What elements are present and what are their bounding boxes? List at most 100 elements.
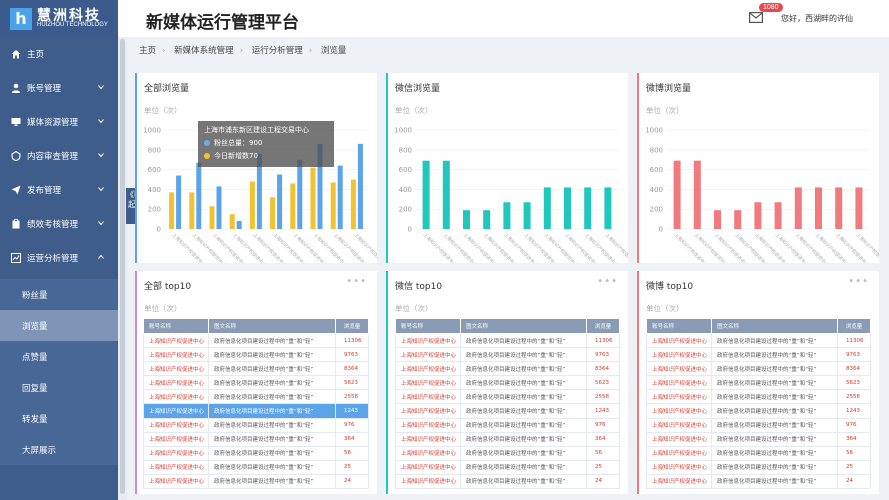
- more-options-icon[interactable]: •••: [346, 276, 367, 287]
- sidebar-subitem-views[interactable]: 浏览量: [0, 310, 118, 341]
- sidebar-item-media[interactable]: 媒体资源管理: [0, 105, 118, 139]
- sidebar-item-analytics[interactable]: 运营分析管理: [0, 241, 118, 275]
- sidebar-subitem-forwards[interactable]: 转发量: [0, 403, 118, 434]
- table-row[interactable]: 上海知识产权促进中心 政府信息化项目建设过程中的“重”和“轻” 2558: [395, 389, 620, 405]
- account-cell: 上海知识产权促进中心: [646, 445, 712, 461]
- article-cell: 政府信息化项目建设过程中的“重”和“轻”: [711, 389, 838, 405]
- table-row[interactable]: 上海知识产权促进中心 政府信息化项目建设过程中的“重”和“轻” 976: [143, 417, 369, 433]
- user-greeting[interactable]: 您好，西湖畔的许仙: [781, 13, 853, 24]
- more-options-icon[interactable]: •••: [597, 276, 618, 287]
- table-row[interactable]: 上海知识产权促进中心 政府信息化项目建设过程中的“重”和“轻” 2558: [646, 389, 871, 405]
- y-tick-label: 400: [148, 186, 161, 194]
- sidebar-item-label: 绩效考核管理: [27, 220, 79, 230]
- table-row[interactable]: 上海知识产权促进中心 政府信息化项目建设过程中的“重”和“轻” 1243: [143, 403, 369, 419]
- bar: [209, 206, 215, 229]
- sidebar-subitem-bigscreen[interactable]: 大屏展示: [0, 434, 118, 465]
- bar: [337, 165, 343, 229]
- views-cell: 8364: [335, 361, 369, 377]
- sidebar-item-publish[interactable]: 发布管理: [0, 173, 118, 207]
- table-row[interactable]: 上海知识产权促进中心 政府信息化项目建设过程中的“重”和“轻” 25: [395, 459, 620, 475]
- article-cell: 政府信息化项目建设过程中的“重”和“轻”: [208, 459, 336, 475]
- table-row[interactable]: 上海知识产权促进中心 政府信息化项目建设过程中的“重”和“轻” 364: [646, 431, 871, 447]
- table-row[interactable]: 上海知识产权促进中心 政府信息化项目建设过程中的“重”和“轻” 976: [646, 417, 871, 433]
- bar: [422, 160, 430, 229]
- table-row[interactable]: 上海知识产权促进中心 政府信息化项目建设过程中的“重”和“轻” 1243: [646, 403, 871, 419]
- shield-icon: [11, 151, 21, 161]
- sidebar-item-accounts[interactable]: 账号管理: [0, 71, 118, 105]
- account-cell: 上海知识产权促进中心: [395, 389, 461, 405]
- account-cell: 上海知识产权促进中心: [143, 347, 209, 363]
- bar: [216, 186, 222, 229]
- breadcrumb-home[interactable]: 主页: [139, 46, 156, 56]
- table-row[interactable]: 上海知识产权促进中心 政府信息化项目建设过程中的“重”和“轻” 25: [646, 459, 871, 475]
- table-row[interactable]: 上海知识产权促进中心 政府信息化项目建设过程中的“重”和“轻” 11306: [395, 332, 620, 349]
- article-cell: 政府信息化项目建设过程中的“重”和“轻”: [208, 361, 336, 377]
- user-icon: [11, 83, 21, 93]
- logo[interactable]: h 慧洲科技 HUIZHOU TECHNOLOGY: [0, 0, 118, 37]
- scrollbar-thumb[interactable]: [120, 39, 125, 494]
- table-row[interactable]: 上海知识产权促进中心 政府信息化项目建设过程中的“重”和“轻” 8364: [646, 361, 871, 377]
- sidebar-scrollbar[interactable]: [118, 37, 127, 500]
- table-row[interactable]: 上海知识产权促进中心 政府信息化项目建设过程中的“重”和“轻” 9763: [143, 347, 369, 363]
- more-options-icon[interactable]: •••: [848, 276, 869, 287]
- bar: [794, 187, 802, 229]
- table-row[interactable]: 上海知识产权促进中心 政府信息化项目建设过程中的“重”和“轻” 976: [395, 417, 620, 433]
- monitor-icon: [11, 118, 21, 126]
- account-cell: 上海知识产权促进中心: [395, 473, 461, 490]
- clipboard-icon: [12, 219, 20, 229]
- unit-label: 单位（次）: [395, 304, 433, 313]
- table-row[interactable]: 上海知识产权促进中心 政府信息化项目建设过程中的“重”和“轻” 1243: [395, 403, 620, 419]
- table-row[interactable]: 上海知识产权促进中心 政府信息化项目建设过程中的“重”和“轻” 11306: [143, 332, 369, 349]
- views-cell: 976: [586, 417, 620, 433]
- panel-title: 微信 top10: [395, 282, 443, 292]
- sidebar-item-home[interactable]: 主页: [0, 37, 118, 71]
- sidebar-item-review[interactable]: 内容审查管理: [0, 139, 118, 173]
- bar: [176, 175, 182, 229]
- article-cell: 政府信息化项目建设过程中的“重”和“轻”: [208, 389, 336, 405]
- table-row[interactable]: 上海知识产权促进中心 政府信息化项目建设过程中的“重”和“轻” 56: [646, 445, 871, 461]
- sidebar-item-performance[interactable]: 绩效考核管理: [0, 207, 118, 241]
- table-row[interactable]: 上海知识产权促进中心 政府信息化项目建设过程中的“重”和“轻” 56: [395, 445, 620, 461]
- account-cell: 上海知识产权促进中心: [395, 361, 461, 377]
- table-row[interactable]: 上海知识产权促进中心 政府信息化项目建设过程中的“重”和“轻” 364: [143, 431, 369, 447]
- breadcrumb: 主页 › 新媒体系统管理 › 运行分析管理 › 浏览量: [139, 44, 352, 56]
- views-cell: 56: [335, 445, 369, 461]
- table-row[interactable]: 上海知识产权促进中心 政府信息化项目建设过程中的“重”和“轻” 8364: [395, 361, 620, 377]
- account-cell: 上海知识产权促进中心: [646, 361, 712, 377]
- table-row[interactable]: 上海知识产权促进中心 政府信息化项目建设过程中的“重”和“轻” 5623: [143, 375, 369, 391]
- sidebar-subitem-replies[interactable]: 回复量: [0, 372, 118, 403]
- table-row[interactable]: 上海知识产权促进中心 政府信息化项目建设过程中的“重”和“轻” 364: [395, 431, 620, 447]
- sidebar-subitem-label: 点赞量: [22, 353, 48, 363]
- sidebar-subitem-likes[interactable]: 点赞量: [0, 341, 118, 372]
- y-tick-label: 200: [399, 206, 412, 214]
- bar: [734, 210, 742, 229]
- table-row[interactable]: 上海知识产权促进中心 政府信息化项目建设过程中的“重”和“轻” 5623: [395, 375, 620, 391]
- article-cell: 政府信息化项目建设过程中的“重”和“轻”: [711, 459, 838, 475]
- views-cell: 976: [837, 417, 871, 433]
- table-row[interactable]: 上海知识产权促进中心 政府信息化项目建设过程中的“重”和“轻” 9763: [395, 347, 620, 363]
- views-cell: 2558: [335, 389, 369, 405]
- table-row[interactable]: 上海知识产权促进中心 政府信息化项目建设过程中的“重”和“轻” 2558: [143, 389, 369, 405]
- tooltip-row: 今日新增数70: [204, 151, 328, 161]
- sidebar-subitem-fans[interactable]: 粉丝量: [0, 279, 118, 310]
- mail-icon[interactable]: [749, 12, 763, 23]
- chevron-down-icon: [98, 153, 104, 158]
- table-row[interactable]: 上海知识产权促进中心 政府信息化项目建设过程中的“重”和“轻” 24: [395, 473, 620, 490]
- table-row[interactable]: 上海知识产权促进中心 政府信息化项目建设过程中的“重”和“轻” 24: [143, 473, 369, 490]
- weibo-top10-table: 账号名称 图文名称 浏览量 上海知识产权促进中心 政府信息化项目建设过程中的“重”和“轻…: [646, 318, 871, 490]
- breadcrumb-system[interactable]: 新媒体系统管理: [174, 46, 234, 56]
- table-row[interactable]: 上海知识产权促进中心 政府信息化项目建设过程中的“重”和“轻” 11306: [646, 332, 871, 349]
- column-header-account: 账号名称: [143, 318, 209, 334]
- article-cell: 政府信息化项目建设过程中的“重”和“轻”: [711, 347, 838, 363]
- table-row[interactable]: 上海知识产权促进中心 政府信息化项目建设过程中的“重”和“轻” 56: [143, 445, 369, 461]
- article-cell: 政府信息化项目建设过程中的“重”和“轻”: [711, 431, 838, 447]
- panel-accent: [135, 271, 137, 494]
- article-cell: 政府信息化项目建设过程中的“重”和“轻”: [711, 375, 838, 391]
- table-row[interactable]: 上海知识产权促进中心 政府信息化项目建设过程中的“重”和“轻” 25: [143, 459, 369, 475]
- table-row[interactable]: 上海知识产权促进中心 政府信息化项目建设过程中的“重”和“轻” 5623: [646, 375, 871, 391]
- table-row[interactable]: 上海知识产权促进中心 政府信息化项目建设过程中的“重”和“轻” 9763: [646, 347, 871, 363]
- account-cell: 上海知识产权促进中心: [143, 473, 209, 490]
- breadcrumb-analysis[interactable]: 运行分析管理: [252, 46, 303, 56]
- table-row[interactable]: 上海知识产权促进中心 政府信息化项目建设过程中的“重”和“轻” 24: [646, 473, 871, 490]
- table-row[interactable]: 上海知识产权促进中心 政府信息化项目建设过程中的“重”和“轻” 8364: [143, 361, 369, 377]
